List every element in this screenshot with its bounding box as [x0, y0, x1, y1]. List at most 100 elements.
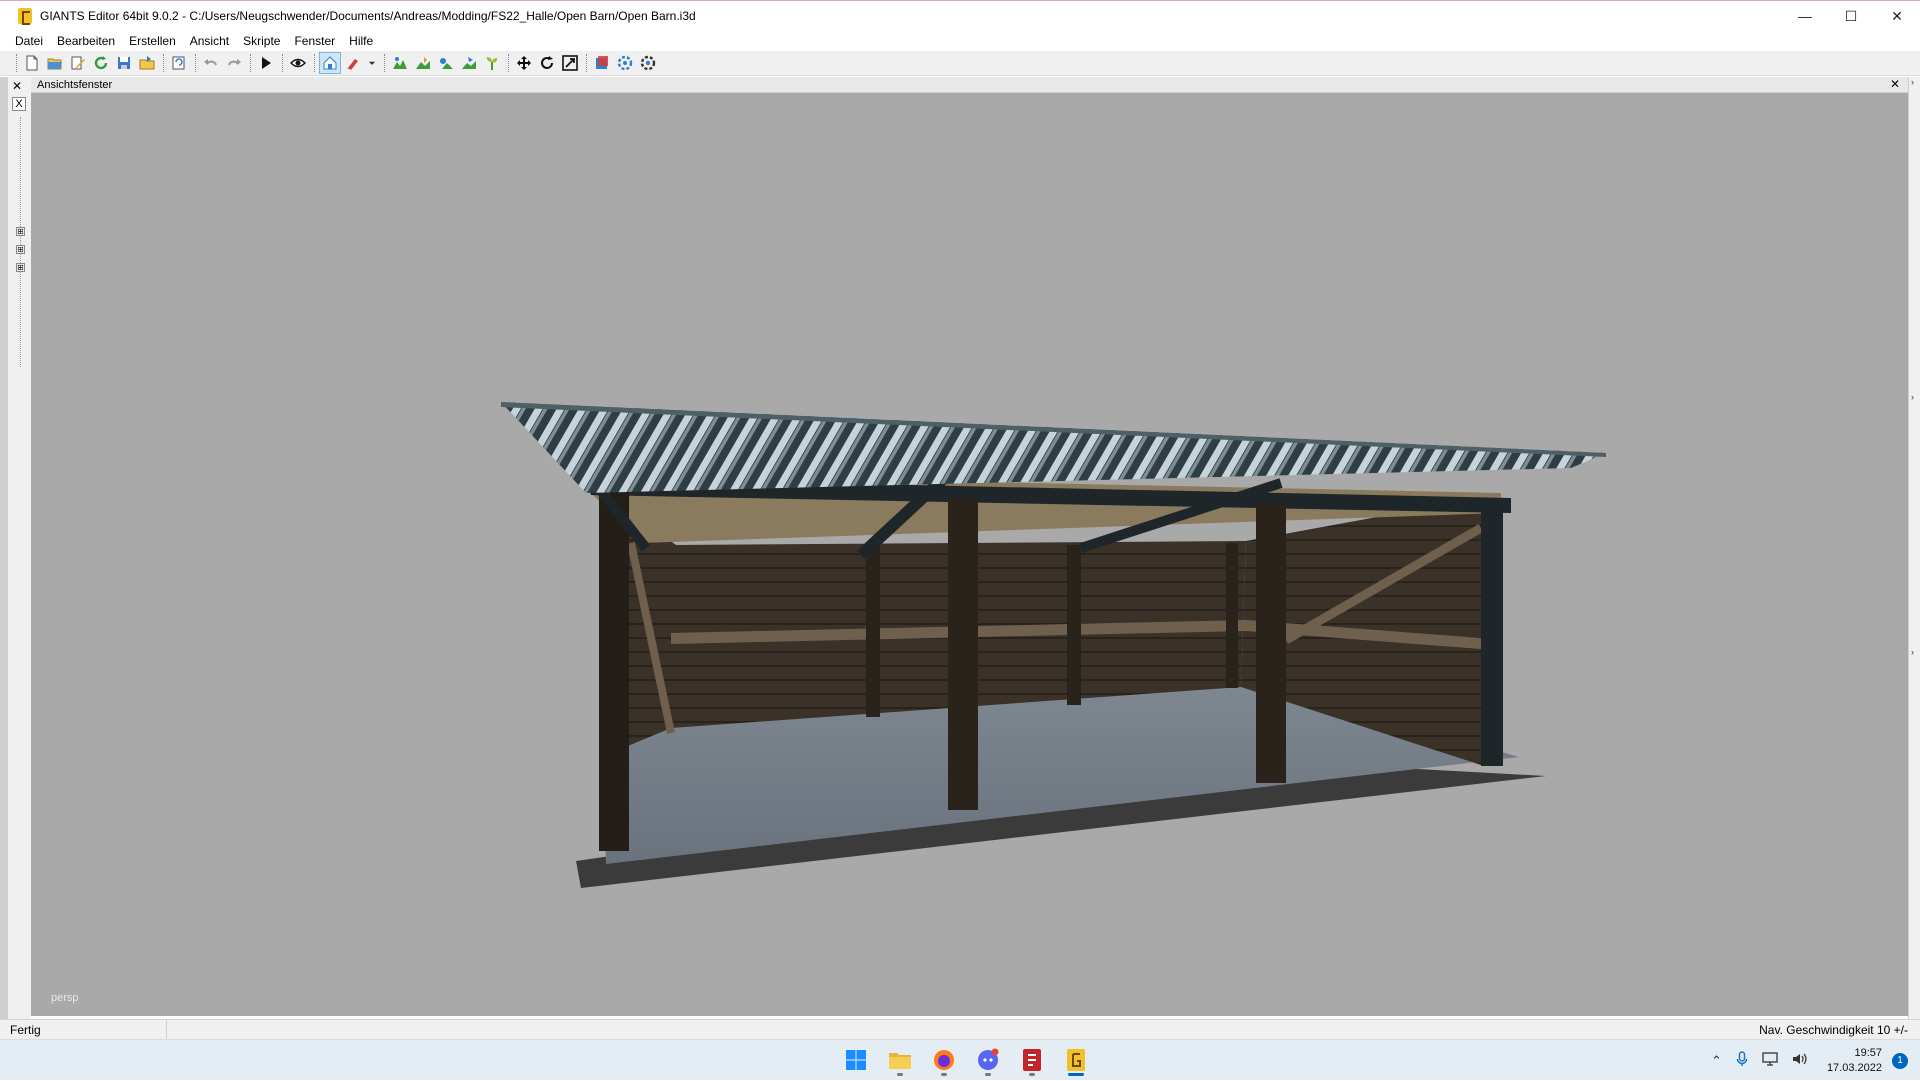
left-dock-strip [0, 77, 8, 1019]
right-dock-arrow-icon[interactable]: › [1911, 647, 1914, 657]
start-button[interactable] [834, 1043, 878, 1077]
running-indicator [1029, 1073, 1035, 1076]
sculpt-button[interactable] [458, 52, 480, 74]
active-indicator [1068, 1073, 1084, 1076]
tree-expand-icon[interactable]: ⊞ [16, 227, 25, 236]
edit-button[interactable] [67, 52, 89, 74]
status-text: Fertig [0, 1020, 167, 1039]
microphone-icon[interactable] [1736, 1051, 1748, 1070]
sculpt-icon [462, 57, 476, 69]
minimize-button[interactable]: — [1782, 1, 1828, 31]
giants-editor-button[interactable] [1054, 1043, 1098, 1077]
brush-button[interactable] [342, 52, 364, 74]
menu-bar: Datei Bearbeiten Erstellen Ansicht Skrip… [0, 31, 1920, 51]
barn-post [1067, 545, 1081, 705]
notification-badge[interactable]: 1 [1892, 1052, 1908, 1069]
barn-front-post [1256, 503, 1286, 783]
menu-bearbeiten[interactable]: Bearbeiten [57, 34, 115, 48]
foliage-icon [440, 58, 453, 69]
open-button[interactable] [44, 52, 66, 74]
move-button[interactable] [513, 52, 535, 74]
taskbar-apps [834, 1043, 1098, 1077]
dock-close-button[interactable]: ✕ [12, 79, 22, 93]
refresh-icon [94, 56, 108, 70]
camera-label: persp [51, 992, 79, 1004]
save-button[interactable] [113, 52, 135, 74]
paint-button[interactable] [412, 52, 434, 74]
rotate-button[interactable] [536, 52, 558, 74]
settings-button[interactable] [614, 52, 636, 74]
material-button[interactable] [591, 52, 613, 74]
volume-icon[interactable] [1792, 1052, 1808, 1069]
menu-datei[interactable]: Datei [15, 34, 43, 48]
firefox-button[interactable] [922, 1043, 966, 1077]
title-bar: GIANTS Editor 64bit 9.0.2 - C:/Users/Neu… [0, 0, 1920, 31]
tree-expand-icon[interactable]: ⊞ [16, 245, 25, 254]
red-app-button[interactable] [1010, 1043, 1054, 1077]
toolbar-separator [163, 54, 164, 72]
plant-button[interactable] [481, 52, 503, 74]
menu-hilfe[interactable]: Hilfe [349, 34, 373, 48]
redo-button[interactable] [223, 52, 245, 74]
menu-ansicht[interactable]: Ansicht [190, 34, 229, 48]
menu-skripte[interactable]: Skripte [243, 34, 280, 48]
giants-app-icon [18, 8, 32, 25]
nav-speed-status: Nav. Geschwindigkeit 10 +/- [1759, 1022, 1908, 1037]
viewport-close-button[interactable]: ✕ [1890, 77, 1900, 91]
toolbar-separator [508, 54, 509, 72]
right-dock-arrow-icon[interactable]: › [1911, 392, 1914, 402]
system-tray: ⌃ 19:57 17.03.2022 1 [1704, 1040, 1920, 1081]
3d-viewport[interactable]: persp [31, 93, 1908, 1016]
viewport-header: Ansichtsfenster ✕ [31, 77, 1908, 93]
undo-icon [204, 59, 217, 66]
left-dock: ✕ X ⊞ ⊞ ⊞ [0, 77, 31, 1019]
undo-button[interactable] [200, 52, 222, 74]
toolbar-separator [250, 54, 251, 72]
material-icon [596, 56, 608, 69]
right-dock-arrow-icon[interactable]: › [1911, 77, 1914, 87]
refresh-button[interactable] [90, 52, 112, 74]
barn-model [501, 402, 1606, 888]
settings-icon [617, 55, 633, 71]
maximize-button[interactable]: ☐ [1828, 1, 1874, 31]
save-icon [118, 57, 130, 69]
terrain-button[interactable] [389, 52, 411, 74]
brush-icon [347, 59, 358, 70]
gear-icon [640, 55, 656, 71]
move-icon [517, 56, 531, 70]
clock-time: 19:57 [1854, 1046, 1882, 1059]
foliage-button[interactable] [435, 52, 457, 74]
barn-front-post [1481, 498, 1503, 766]
network-icon[interactable] [1762, 1052, 1778, 1069]
chevron-up-icon[interactable]: ⌃ [1711, 1053, 1722, 1069]
menu-fenster[interactable]: Fenster [294, 34, 335, 48]
toolbar-separator [384, 54, 385, 72]
barn-front-post [599, 493, 629, 851]
close-button[interactable]: ✕ [1874, 1, 1920, 31]
open-folder-icon [47, 58, 62, 70]
brush-dropdown-button[interactable] [365, 52, 379, 74]
tree-expand-icon[interactable]: ⊞ [16, 263, 25, 272]
view-button[interactable] [287, 52, 309, 74]
taskbar: ⌃ 19:57 17.03.2022 1 [0, 1039, 1920, 1080]
file-explorer-button[interactable] [878, 1043, 922, 1077]
play-button[interactable] [255, 52, 277, 74]
scale-button[interactable] [559, 52, 581, 74]
toolbar-separator [282, 54, 283, 72]
dock-x-button[interactable]: X [12, 97, 26, 111]
export-button[interactable] [136, 52, 158, 74]
menu-erstellen[interactable]: Erstellen [129, 34, 176, 48]
tree-guide-line [20, 117, 21, 367]
history-icon [172, 56, 185, 70]
clock-date: 17.03.2022 [1826, 1061, 1882, 1074]
toolbar [0, 51, 1920, 76]
history-button[interactable] [168, 52, 190, 74]
gear-button[interactable] [637, 52, 659, 74]
taskbar-clock[interactable]: 19:57 17.03.2022 [1827, 1046, 1882, 1076]
camera-button[interactable] [319, 52, 341, 74]
windows-start-icon [846, 1050, 866, 1070]
paint-icon [416, 57, 430, 69]
discord-icon [978, 1048, 999, 1070]
discord-button[interactable] [966, 1043, 1010, 1077]
new-file-button[interactable] [21, 52, 43, 74]
